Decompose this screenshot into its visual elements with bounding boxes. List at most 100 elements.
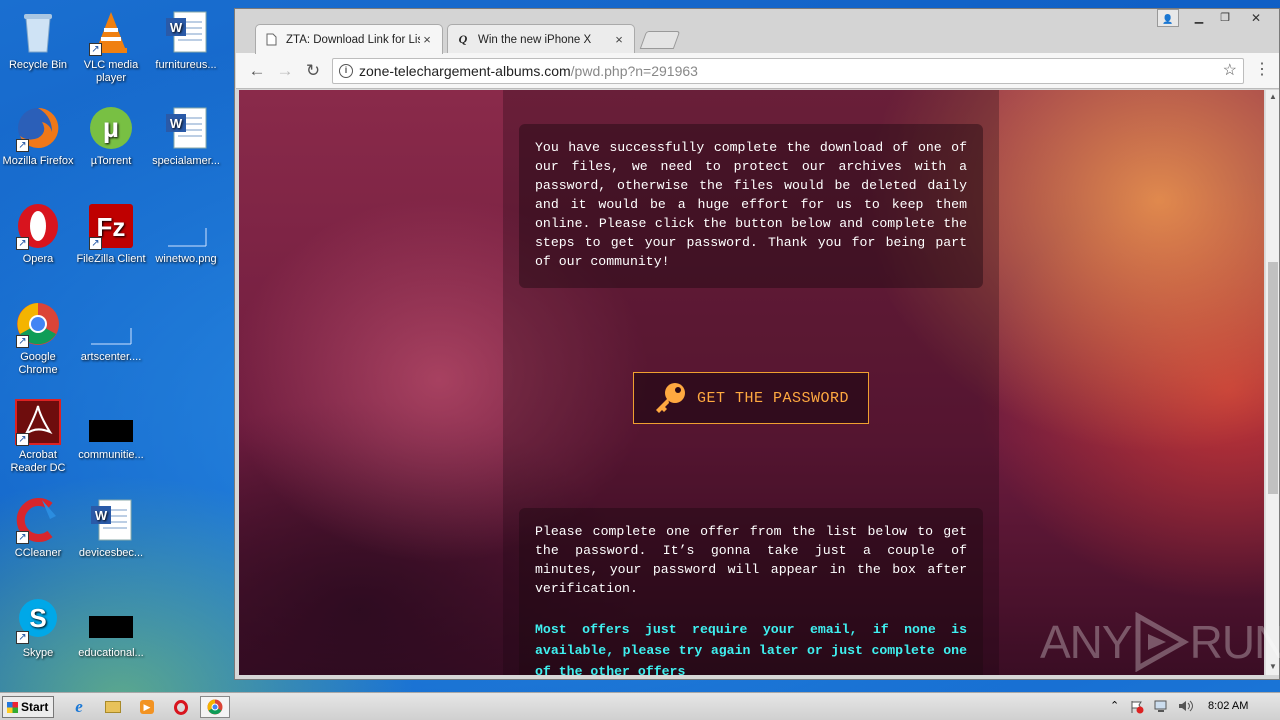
network-icon[interactable] [1154,700,1169,713]
anyrun-watermark: ANY RUN [1040,612,1280,672]
user-profile-icon[interactable]: 👤 [1157,9,1179,27]
shortcut-arrow-icon: ↗ [16,433,29,446]
page-icon [264,33,278,47]
desktop-icon-label: specialamer... [152,155,220,167]
scrollbar-thumb[interactable] [1268,262,1278,494]
close-window-button[interactable]: ✕ [1241,9,1271,27]
taskbar-chrome[interactable] [200,696,230,718]
info-icon[interactable]: i [339,64,353,78]
show-hidden-icons-button[interactable]: ⌃ [1110,699,1119,712]
address-bar[interactable]: i zone-telechargement-albums.com/pwd.php… [332,58,1244,84]
play-logo-icon [1135,612,1189,672]
desktop-icon-label: µTorrent [90,155,132,167]
desktop-icon-skype[interactable]: S ↗ Skype [0,596,76,660]
system-tray: ⌃ 8:02 AM [1106,693,1280,720]
desktop-icon-educational[interactable]: educational... [73,596,149,660]
desktop-icon-firefox[interactable]: ↗ Mozilla Firefox [0,104,76,168]
action-center-flag-icon[interactable] [1130,700,1144,714]
svg-text:S: S [29,603,46,633]
acrobat-icon: ↗ [14,398,62,446]
word-doc-icon: W [162,104,210,152]
desktop-icon-label: Opera [22,253,54,265]
content-column: You have successfully complete the downl… [503,90,999,675]
desktop-icon-label: Skype [22,647,54,659]
quora-favicon-icon: Q [458,32,468,46]
media-player-icon: ▶ [140,700,154,714]
menu-dots-icon[interactable]: ⋮ [1254,61,1270,79]
desktop-icon-specialamer[interactable]: W specialamer... [148,104,224,168]
desktop-icon-filezilla[interactable]: Fz ↗ FileZilla Client [73,202,149,266]
shortcut-arrow-icon: ↗ [89,237,102,250]
shortcut-arrow-icon: ↗ [16,139,29,152]
reload-button[interactable]: ↻ [303,61,323,81]
firefox-icon: ↗ [14,104,62,152]
desktop-icon-communitie[interactable]: communitie... [73,398,149,462]
clock[interactable]: 8:02 AM [1208,700,1248,712]
black-file-icon [87,596,135,644]
desktop-icon-label: CCleaner [14,547,62,559]
image-file-icon [87,300,135,348]
desktop-icon-ccleaner[interactable]: ↗ CCleaner [0,496,76,560]
recycle-bin-icon [14,8,62,56]
shortcut-arrow-icon: ↗ [16,335,29,348]
skype-icon: S ↗ [14,596,62,644]
desktop-icon-label: communitie... [78,449,144,461]
shortcut-arrow-icon: ↗ [16,531,29,544]
forward-button[interactable]: → [275,61,295,81]
desktop-icon-artscenter[interactable]: artscenter.... [73,300,149,364]
tab-win-iphone[interactable]: Q Win the new iPhone X × [447,24,635,54]
desktop-icon-furnitureus[interactable]: W furnitureus... [148,8,224,72]
tab-close-icon[interactable]: × [420,32,434,47]
tab-strip: ZTA: Download Link for Lisa × Q Win the … [235,9,1279,54]
filezilla-icon: Fz ↗ [87,202,135,250]
offer-box: Please complete one offer from the list … [519,508,983,675]
key-icon [655,383,685,413]
word-doc-icon: W [162,8,210,56]
opera-icon: ↗ [14,202,62,250]
desktop-icon-chrome[interactable]: ↗ Google Chrome [0,300,76,377]
taskbar-media-player[interactable]: ▶ [132,696,162,718]
image-file-icon [162,202,210,250]
desktop-icon-label: VLC media player [83,59,139,84]
minimize-button[interactable]: ▁ [1187,9,1211,27]
taskbar-explorer[interactable] [98,696,128,718]
desktop-icon-vlc[interactable]: ↗ VLC media player [73,8,149,85]
back-button[interactable]: ← [247,61,267,81]
shortcut-arrow-icon: ↗ [16,237,29,250]
desktop-icon-acrobat[interactable]: ↗ Acrobat Reader DC [0,398,76,475]
windows-logo-icon [7,702,18,713]
desktop-icon-label: furnitureus... [155,59,217,71]
tab-close-icon[interactable]: × [612,32,626,47]
desktop-icon-label: Recycle Bin [8,59,68,71]
desktop-icon-label: devicesbec... [78,547,144,559]
desktop-icon-label: Mozilla Firefox [2,155,74,167]
volume-icon[interactable] [1178,699,1194,713]
scroll-up-arrow-icon[interactable]: ▲ [1266,92,1280,101]
page-scrollbar[interactable]: ▲ ▼ [1265,90,1279,675]
desktop-icon-winetwo[interactable]: winetwo.png [148,202,224,266]
taskbar-ie[interactable]: e [64,696,94,718]
desktop-icon-label: artscenter.... [80,351,142,363]
vlc-icon: ↗ [87,8,135,56]
desktop-icon-devicesbec[interactable]: W devicesbec... [73,496,149,560]
start-label: Start [21,700,49,714]
tab-title: ZTA: Download Link for Lisa [286,33,420,46]
bookmark-star-icon[interactable]: ☆ [1223,59,1237,83]
get-password-button[interactable]: GET THE PASSWORD [633,372,869,424]
browser-window: ZTA: Download Link for Lisa × Q Win the … [234,8,1280,680]
shortcut-arrow-icon: ↗ [89,43,102,56]
new-tab-button[interactable] [639,31,681,49]
desktop-icon-opera[interactable]: ↗ Opera [0,202,76,266]
desktop-icon-utorrent[interactable]: µ µTorrent [73,104,149,168]
restore-button[interactable]: ❐ [1213,9,1237,27]
desktop-icon-label: educational... [78,647,144,659]
intro-box: You have successfully complete the downl… [519,124,983,288]
desktop-icon-recycle-bin[interactable]: Recycle Bin [0,8,76,72]
chrome-icon: ↗ [14,300,62,348]
intro-text: You have successfully complete the downl… [535,140,967,269]
tab-zta-download[interactable]: ZTA: Download Link for Lisa × [255,24,443,54]
page-viewport: You have successfully complete the downl… [239,90,1264,675]
start-button[interactable]: Start [2,696,54,718]
taskbar-opera[interactable] [166,696,196,718]
svg-text:W: W [170,116,183,131]
